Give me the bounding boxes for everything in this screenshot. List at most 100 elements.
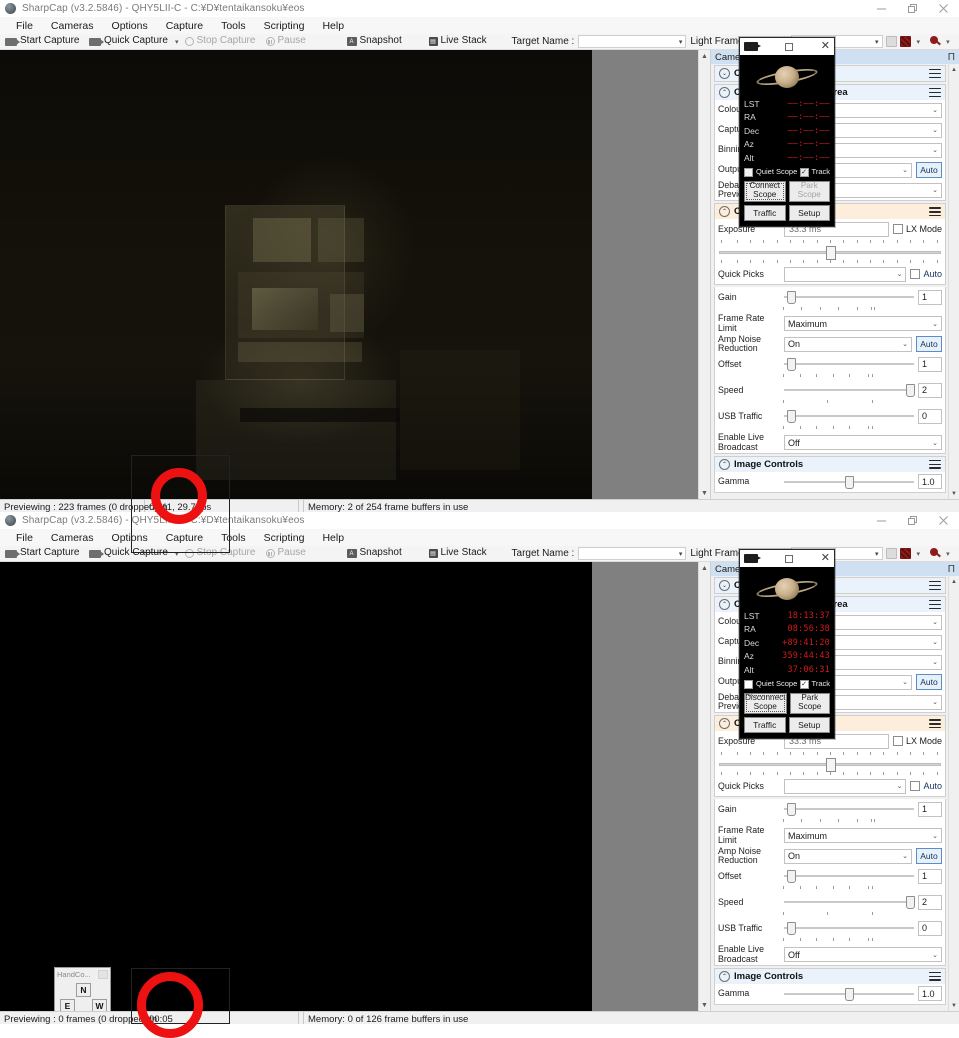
pin-icon[interactable]: Π [948, 564, 955, 575]
offset-slider[interactable] [784, 356, 914, 372]
hamburger-icon[interactable] [929, 459, 941, 469]
enable-live-broadcast-select[interactable]: Off ⌄ [784, 435, 942, 451]
stop-capture-button[interactable]: Stop Capture [183, 36, 264, 47]
amp-noise-auto-button[interactable]: Auto [916, 336, 942, 353]
menu-capture[interactable]: Capture [158, 531, 211, 545]
connect-scope-button[interactable]: Connect Scope [744, 180, 786, 202]
start-capture-button[interactable]: Start Capture [3, 548, 87, 559]
track-checkbox[interactable]: ✓ Track [799, 167, 830, 177]
menu-scripting[interactable]: Scripting [256, 531, 313, 545]
menu-options[interactable]: Options [104, 19, 156, 33]
gamma-value-input[interactable]: 1.0 [918, 474, 942, 490]
scroll-down-icon[interactable]: ▼ [949, 488, 959, 499]
preview-area-bottom[interactable]: ▲ ▼ HandCo... N E W S 0.5 deg/se ⌄ [0, 562, 710, 1011]
offset-slider[interactable] [784, 868, 914, 884]
slider-thumb[interactable] [845, 475, 855, 489]
quick-capture-dropdown-icon[interactable]: ▾ [171, 550, 183, 558]
chevron-down-icon[interactable]: ⌄ [719, 580, 730, 591]
live-stack-button[interactable]: ▤ Live Stack [427, 36, 508, 47]
menu-help[interactable]: Help [314, 19, 352, 33]
move-west-button[interactable]: W [92, 999, 107, 1011]
scroll-down-icon[interactable]: ▼ [699, 999, 710, 1011]
scroll-up-icon[interactable]: ▲ [949, 576, 959, 587]
amp-noise-auto-button[interactable]: Auto [916, 848, 942, 865]
chevron-up-icon[interactable]: ⌃ [719, 599, 730, 610]
telescope-control-window-bottom[interactable]: ✕ LST 18:13:37 RA 08:56:38 Dec +89:41:20 Az… [739, 549, 835, 739]
scroll-down-icon[interactable]: ▼ [949, 1000, 959, 1011]
chevron-down-icon[interactable]: ⌄ [719, 68, 730, 79]
quick-picks-auto-checkbox[interactable]: Auto [910, 269, 942, 280]
panel-scrollbar-bottom[interactable]: ▲ ▼ [948, 576, 959, 1011]
menu-help[interactable]: Help [314, 531, 352, 545]
pin-icon[interactable]: Π [948, 52, 955, 63]
menu-file[interactable]: File [8, 531, 41, 545]
slider-thumb[interactable] [786, 410, 796, 424]
close-icon[interactable] [98, 970, 108, 979]
slider-thumb[interactable] [786, 922, 796, 936]
menu-file[interactable]: File [8, 19, 41, 33]
chevron-up-icon[interactable]: ⌃ [719, 458, 730, 470]
restore-icon[interactable] [897, 512, 928, 529]
move-east-button[interactable]: E [60, 999, 75, 1011]
speed-value-input[interactable]: 2 [918, 894, 942, 910]
lx-mode-checkbox[interactable]: LX Mode [892, 736, 942, 747]
stop-capture-button[interactable]: Stop Capture [183, 548, 264, 559]
park-scope-button[interactable]: Park Scope [788, 180, 830, 202]
enable-live-broadcast-select[interactable]: Off ⌄ [784, 947, 942, 963]
target-name-input[interactable]: ▾ [578, 547, 687, 560]
reticule-icon[interactable] [899, 548, 911, 559]
offset-value-input[interactable]: 1 [918, 868, 942, 884]
reticule-dropdown-icon[interactable]: ▾ [913, 550, 925, 558]
quiet-scope-checkbox[interactable]: Quiet Scope [744, 679, 797, 689]
speed-slider[interactable] [784, 894, 916, 910]
maximize-icon[interactable] [785, 554, 794, 563]
slider-thumb[interactable] [786, 358, 796, 372]
preview-scrollbar-bottom[interactable]: ▲ ▼ [698, 562, 710, 1011]
slider-thumb[interactable] [906, 896, 916, 910]
scroll-up-icon[interactable]: ▲ [949, 64, 959, 75]
slider-thumb[interactable] [845, 987, 855, 1001]
quick-picks-auto-checkbox[interactable]: Auto [910, 781, 942, 792]
hamburger-icon[interactable] [929, 207, 941, 217]
menu-cameras[interactable]: Cameras [43, 531, 102, 545]
frame-rate-limit-select[interactable]: Maximum ⌄ [784, 828, 942, 844]
menu-capture[interactable]: Capture [158, 19, 211, 33]
hamburger-icon[interactable] [929, 600, 941, 609]
close-icon[interactable] [928, 0, 959, 17]
menu-tools[interactable]: Tools [213, 531, 254, 545]
telescope-control-window-top[interactable]: ✕ LST ——:——:—— RA ——:——:—— Dec ——:——:—— Az —… [739, 37, 835, 227]
slider-thumb[interactable] [786, 291, 796, 305]
speed-value-input[interactable]: 2 [918, 382, 942, 398]
chevron-up-icon[interactable]: ⌃ [719, 718, 730, 730]
chevron-up-icon[interactable]: ⌃ [719, 206, 730, 218]
output-format-auto-button[interactable]: Auto [916, 162, 942, 178]
zoom-dropdown-icon[interactable]: ▾ [942, 550, 954, 558]
quick-capture-button[interactable]: Quick Capture [87, 548, 171, 559]
menu-cameras[interactable]: Cameras [43, 19, 102, 33]
chevron-up-icon[interactable]: ⌃ [719, 87, 730, 98]
group-header[interactable]: ⌃ Image Controls [715, 456, 945, 472]
usb-traffic-slider[interactable] [784, 920, 914, 936]
gamma-slider[interactable] [784, 474, 914, 490]
park-scope-button[interactable]: Park Scope [789, 692, 830, 714]
hamburger-icon[interactable] [929, 719, 941, 729]
frame-rate-limit-select[interactable]: Maximum ⌄ [784, 316, 942, 332]
hamburger-icon[interactable] [929, 88, 941, 97]
histogram-toggle-icon[interactable] [885, 548, 897, 559]
histogram-toggle-icon[interactable] [885, 36, 897, 47]
preview-scrollbar-top[interactable]: ▲ ▼ [698, 50, 710, 499]
hamburger-icon[interactable] [929, 581, 941, 590]
panel-scrollbar-top[interactable]: ▲ ▼ [948, 64, 959, 499]
usb-traffic-slider[interactable] [784, 408, 914, 424]
traffic-button[interactable]: Traffic [744, 716, 786, 733]
hamburger-icon[interactable] [929, 971, 941, 981]
menu-options[interactable]: Options [104, 531, 156, 545]
quick-capture-dropdown-icon[interactable]: ▾ [171, 38, 183, 46]
lx-mode-checkbox[interactable]: LX Mode [892, 224, 942, 235]
zoom-dropdown-icon[interactable]: ▾ [942, 38, 954, 46]
quiet-scope-checkbox[interactable]: Quiet Scope [744, 167, 797, 177]
zoom-icon[interactable] [930, 35, 942, 48]
quick-picks-select[interactable]: ⌄ [784, 778, 907, 794]
gain-slider[interactable] [784, 289, 914, 305]
maximize-icon[interactable] [785, 42, 794, 51]
